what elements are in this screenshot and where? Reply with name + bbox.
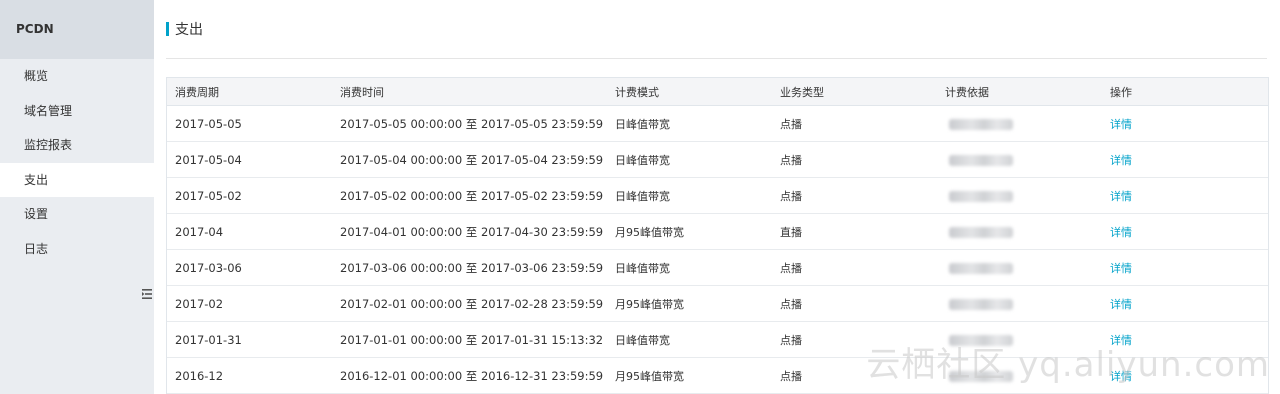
redacted-value	[949, 334, 1013, 346]
redacted-value	[949, 262, 1013, 274]
cell-basis	[937, 333, 1102, 346]
details-link[interactable]: 详情	[1110, 262, 1132, 275]
redacted-value	[949, 370, 1013, 382]
cell-action: 详情	[1102, 368, 1268, 384]
sidebar-item-settings[interactable]: 设置	[0, 197, 154, 232]
cell-time: 2017-05-04 00:00:00 至 2017-05-04 23:59:5…	[340, 152, 604, 167]
cell-action: 详情	[1102, 332, 1268, 348]
cell-type: 点播	[780, 153, 802, 167]
header-action: 操作	[1110, 85, 1132, 99]
cell-period: 2017-04	[175, 224, 224, 239]
table-row: 2017-04 2017-04-01 00:00:00 至 2017-04-30…	[167, 214, 1268, 250]
cell-period: 2017-05-02	[175, 188, 242, 203]
details-link[interactable]: 详情	[1110, 226, 1132, 239]
cell-type: 点播	[780, 261, 802, 275]
cell-period: 2017-05-04	[175, 152, 242, 167]
cell-type: 点播	[780, 189, 802, 203]
header-time: 消费时间	[340, 85, 384, 99]
table-row: 2017-05-02 2017-05-02 00:00:00 至 2017-05…	[167, 178, 1268, 214]
cell-mode: 日峰值带宽	[615, 333, 670, 347]
cell-mode: 日峰值带宽	[615, 189, 670, 203]
sidebar-item-overview[interactable]: 概览	[0, 59, 154, 94]
cell-mode: 月95峰值带宽	[615, 369, 684, 383]
cell-mode: 日峰值带宽	[615, 153, 670, 167]
table-row: 2016-12 2016-12-01 00:00:00 至 2016-12-31…	[167, 358, 1268, 394]
header-type: 业务类型	[780, 85, 824, 99]
cell-action: 详情	[1102, 224, 1268, 240]
details-link[interactable]: 详情	[1110, 334, 1132, 347]
cell-basis	[937, 297, 1102, 310]
sidebar-item-domains[interactable]: 域名管理	[0, 94, 154, 129]
cell-basis	[937, 153, 1102, 166]
cell-period: 2017-03-06	[175, 260, 242, 275]
cell-type: 点播	[780, 297, 802, 311]
sidebar-item-monitoring[interactable]: 监控报表	[0, 128, 154, 163]
details-link[interactable]: 详情	[1110, 118, 1132, 131]
cell-mode: 月95峰值带宽	[615, 297, 684, 311]
cell-time: 2017-05-05 00:00:00 至 2017-05-05 23:59:5…	[340, 116, 604, 131]
details-link[interactable]: 详情	[1110, 154, 1132, 167]
cell-action: 详情	[1102, 296, 1268, 312]
sidebar-title: PCDN	[0, 0, 154, 59]
table-row: 2017-01-31 2017-01-01 00:00:00 至 2017-01…	[167, 322, 1268, 358]
sidebar-collapse-button[interactable]	[140, 274, 154, 314]
cell-action: 详情	[1102, 260, 1268, 276]
sidebar-item-logs[interactable]: 日志	[0, 232, 154, 267]
cell-period: 2017-02	[175, 296, 224, 311]
cell-mode: 日峰值带宽	[615, 117, 670, 131]
table-row: 2017-03-06 2017-03-06 00:00:00 至 2017-03…	[167, 250, 1268, 286]
cell-type: 点播	[780, 117, 802, 131]
page-title: 支出	[175, 22, 203, 38]
table-row: 2017-02 2017-02-01 00:00:00 至 2017-02-28…	[167, 286, 1268, 322]
collapse-menu-icon	[142, 289, 152, 299]
page-header: 支出	[166, 0, 1267, 59]
table-row: 2017-05-04 2017-05-04 00:00:00 至 2017-05…	[167, 142, 1268, 178]
cell-basis	[937, 225, 1102, 238]
cell-basis	[937, 117, 1102, 130]
redacted-value	[949, 118, 1013, 130]
table-row: 2017-05-05 2017-05-05 00:00:00 至 2017-05…	[167, 106, 1268, 142]
cell-period: 2017-05-05	[175, 116, 242, 131]
cell-mode: 日峰值带宽	[615, 261, 670, 275]
redacted-value	[949, 154, 1013, 166]
main-content: 支出 消费周期 消费时间 计费模式 业务类型 计费依据 操作 2017-05-0…	[166, 0, 1269, 394]
expense-table: 消费周期 消费时间 计费模式 业务类型 计费依据 操作 2017-05-05 2…	[166, 77, 1269, 394]
title-accent-bar	[166, 22, 169, 36]
cell-basis	[937, 369, 1102, 382]
header-basis: 计费依据	[945, 85, 989, 99]
cell-mode: 月95峰值带宽	[615, 225, 684, 239]
details-link[interactable]: 详情	[1110, 298, 1132, 311]
cell-action: 详情	[1102, 116, 1268, 132]
cell-time: 2017-05-02 00:00:00 至 2017-05-02 23:59:5…	[340, 188, 604, 203]
sidebar-nav: 概览 域名管理 监控报表 支出 设置 日志	[0, 59, 154, 266]
cell-period: 2016-12	[175, 368, 224, 383]
header-period: 消费周期	[175, 85, 219, 99]
cell-period: 2017-01-31	[175, 332, 242, 347]
cell-action: 详情	[1102, 188, 1268, 204]
redacted-value	[949, 298, 1013, 310]
cell-time: 2017-02-01 00:00:00 至 2017-02-28 23:59:5…	[340, 296, 604, 311]
sidebar-item-expenses[interactable]: 支出	[0, 162, 154, 197]
redacted-value	[949, 190, 1013, 202]
redacted-value	[949, 226, 1013, 238]
cell-basis	[937, 189, 1102, 202]
details-link[interactable]: 详情	[1110, 370, 1132, 383]
cell-type: 直播	[780, 225, 802, 239]
cell-type: 点播	[780, 369, 802, 383]
cell-action: 详情	[1102, 152, 1268, 168]
cell-basis	[937, 261, 1102, 274]
cell-time: 2017-04-01 00:00:00 至 2017-04-30 23:59:5…	[340, 224, 604, 239]
cell-time: 2017-01-01 00:00:00 至 2017-01-31 15:13:3…	[340, 332, 604, 347]
sidebar: PCDN 概览 域名管理 监控报表 支出 设置 日志	[0, 0, 154, 394]
cell-type: 点播	[780, 333, 802, 347]
details-link[interactable]: 详情	[1110, 190, 1132, 203]
cell-time: 2017-03-06 00:00:00 至 2017-03-06 23:59:5…	[340, 260, 604, 275]
table-header: 消费周期 消费时间 计费模式 业务类型 计费依据 操作	[167, 78, 1268, 106]
cell-time: 2016-12-01 00:00:00 至 2016-12-31 23:59:5…	[340, 368, 604, 383]
header-mode: 计费模式	[615, 85, 659, 99]
